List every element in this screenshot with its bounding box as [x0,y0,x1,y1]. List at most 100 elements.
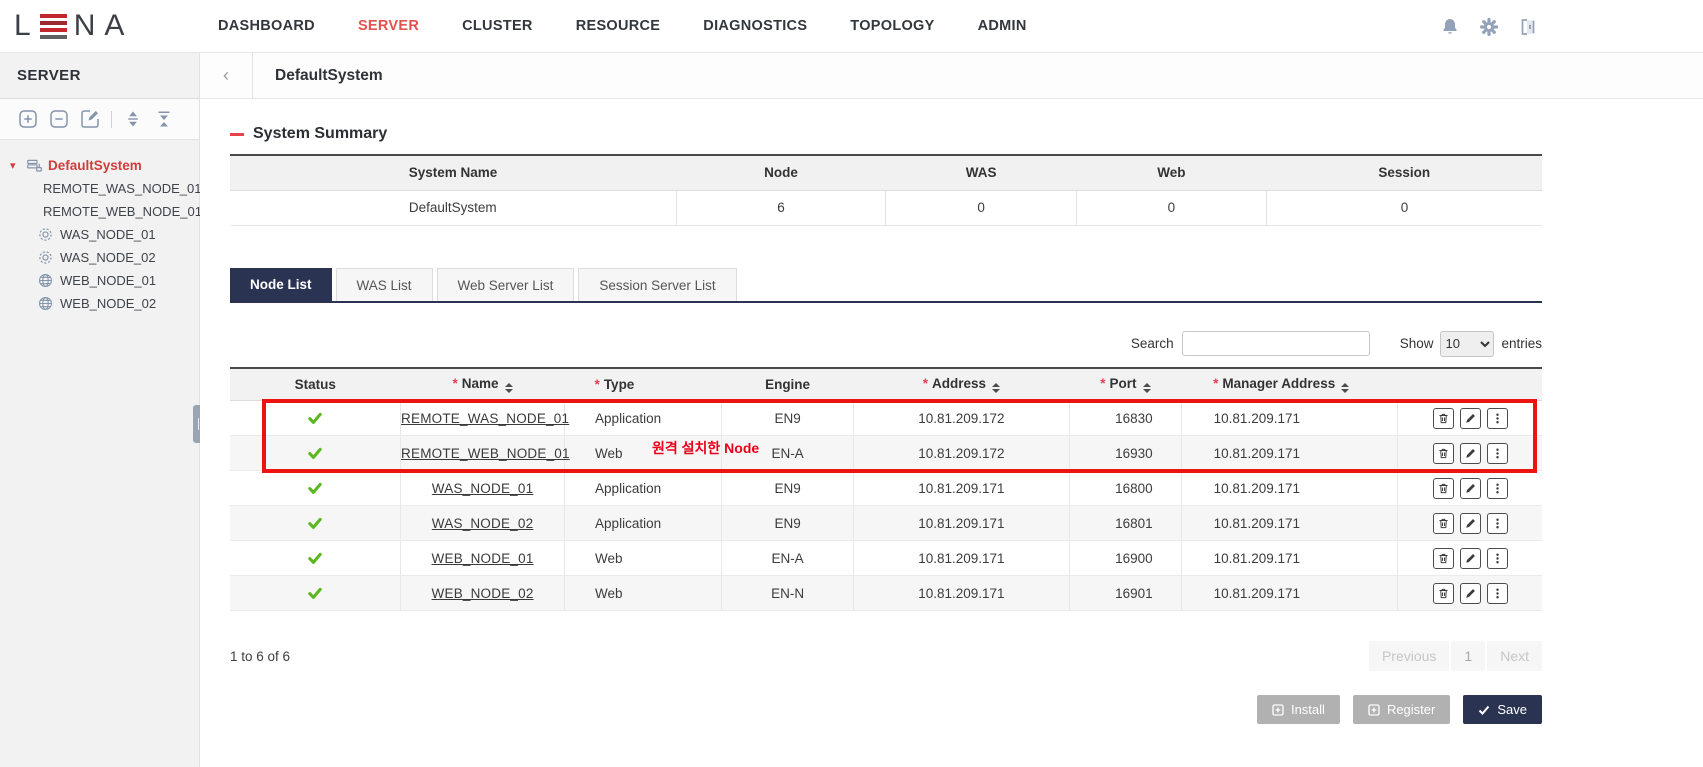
row-delete-button[interactable] [1433,443,1454,464]
row-delete-button[interactable] [1433,583,1454,604]
tab-node-list[interactable]: Node List [230,268,332,301]
row-edit-button[interactable] [1460,408,1481,429]
tabline [230,301,1542,303]
tree-node-label: REMOTE_WAS_NODE_01 [43,181,201,196]
top-header: L N A DASHBOARD SERVER CLUSTER RESOURCE DIAG… [0,0,1703,53]
nav-item-resource[interactable]: RESOURCE [576,18,661,34]
tree-node-remote-web-node-01[interactable]: REMOTE_WEB_NODE_01 [10,200,199,223]
was-node-icon [37,226,54,243]
tree-node-defaultsystem[interactable]: ▾ DefaultSystem [10,154,199,177]
col-header-port[interactable]: *Port [1070,368,1182,401]
tree-add-button[interactable] [18,109,38,129]
section-collapse-dash-icon[interactable] [230,133,244,136]
tree-node-label: REMOTE_WEB_NODE_01 [43,204,202,219]
toolbar-separator [111,111,112,128]
manager-address-cell: 10.81.209.171 [1181,506,1397,541]
logout-door-icon[interactable] [1518,17,1538,37]
tree-remove-button[interactable] [49,109,69,129]
tab-was-list[interactable]: WAS List [336,268,433,301]
node-name-link[interactable]: REMOTE_WAS_NODE_01 [401,411,569,426]
manager-address-cell: 10.81.209.171 [1181,401,1397,436]
row-edit-button[interactable] [1460,478,1481,499]
register-button[interactable]: Register [1353,695,1450,724]
nav-item-server[interactable]: SERVER [358,18,419,34]
node-name-link[interactable]: WEB_NODE_01 [432,551,534,566]
node-name-link[interactable]: WAS_NODE_01 [432,481,534,496]
row-edit-button[interactable] [1460,548,1481,569]
page-size-select[interactable]: 10 [1440,331,1494,357]
tree-node-label: WEB_NODE_01 [60,273,156,288]
nav-item-admin[interactable]: ADMIN [978,18,1027,34]
tree-node-remote-was-node-01[interactable]: REMOTE_WAS_NODE_01 [10,177,199,200]
row-more-button[interactable] [1487,478,1508,499]
tree-edit-button[interactable] [80,109,100,129]
row-delete-button[interactable] [1433,478,1454,499]
show-label: Show [1400,336,1434,351]
save-button[interactable]: Save [1463,695,1542,724]
tab-web-server-list[interactable]: Web Server List [437,268,575,301]
col-header-address[interactable]: *Address [853,368,1069,401]
nav-item-topology[interactable]: TOPOLOGY [850,18,934,34]
system-summary-table: System NameNodeWASWebSession DefaultSyst… [230,154,1542,226]
row-more-button[interactable] [1487,548,1508,569]
tree-node-was-node-01[interactable]: WAS_NODE_01 [10,223,199,246]
actions-cell [1398,471,1542,506]
actions-cell [1398,506,1542,541]
row-delete-button[interactable] [1433,548,1454,569]
manager-address-cell: 10.81.209.171 [1181,471,1397,506]
status-cell [230,401,401,436]
row-more-button[interactable] [1487,408,1508,429]
summary-data-row: DefaultSystem6000 [230,190,1542,225]
nav-item-dashboard[interactable]: DASHBOARD [218,18,315,34]
tree-root-label: DefaultSystem [48,158,142,173]
row-edit-button[interactable] [1460,443,1481,464]
node-name-link[interactable]: WEB_NODE_02 [432,586,534,601]
tree-collapse-all-button[interactable] [154,109,174,129]
row-more-button[interactable] [1487,583,1508,604]
node-table-header-row: Status*Name*TypeEngine*Address*Port*Mana… [230,368,1542,401]
lena-logo[interactable]: L N A [0,9,218,43]
col-header-name[interactable]: *Name [401,368,565,401]
col-header-manager-address[interactable]: *Manager Address [1181,368,1397,401]
type-cell: Web [565,436,722,471]
node-name-link[interactable]: WAS_NODE_02 [432,516,534,531]
row-edit-button[interactable] [1460,583,1481,604]
page-previous[interactable]: Previous [1369,641,1449,671]
settings-gear-icon[interactable] [1479,17,1499,37]
notification-bell-icon[interactable] [1440,17,1460,37]
required-asterisk: * [595,377,600,392]
col-header-type: *Type [565,368,722,401]
tree-node-web-node-01[interactable]: WEB_NODE_01 [10,269,199,292]
tab-session-server-list[interactable]: Session Server List [578,268,736,301]
port-cell: 16930 [1070,436,1182,471]
page-next[interactable]: Next [1487,641,1542,671]
row-delete-button[interactable] [1433,513,1454,534]
status-cell [230,436,401,471]
nav-item-diagnostics[interactable]: DIAGNOSTICS [703,18,807,34]
summary-header-row: System NameNodeWASWebSession [230,155,1542,190]
nav-item-cluster[interactable]: CLUSTER [462,18,533,34]
install-button[interactable]: Install [1257,695,1340,724]
page-1[interactable]: 1 [1451,641,1485,671]
row-edit-button[interactable] [1460,513,1481,534]
was-node-icon [37,249,54,266]
system-summary-title: System Summary [253,125,387,143]
tree-node-was-node-02[interactable]: WAS_NODE_02 [10,246,199,269]
tree-node-web-node-02[interactable]: WEB_NODE_02 [10,292,199,315]
summary-cell: 0 [1266,190,1542,225]
row-more-button[interactable] [1487,513,1508,534]
row-delete-button[interactable] [1433,408,1454,429]
summary-col-was: WAS [886,155,1076,190]
node-name-link[interactable]: REMOTE_WEB_NODE_01 [401,446,570,461]
node-list-table: Status*Name*TypeEngine*Address*Port*Mana… [230,367,1542,612]
name-cell: WAS_NODE_01 [401,471,565,506]
logo-bars-icon [40,14,67,39]
type-cell: Application [565,401,722,436]
back-chevron-icon[interactable]: ‹ [200,53,253,99]
search-input[interactable] [1182,331,1370,356]
tree-expanded-caret-icon[interactable]: ▾ [10,159,21,172]
tree-expand-all-button[interactable] [123,109,143,129]
row-more-button[interactable] [1487,443,1508,464]
address-cell: 10.81.209.172 [853,401,1069,436]
show-entries-group: Show 10 entries [1400,331,1542,357]
